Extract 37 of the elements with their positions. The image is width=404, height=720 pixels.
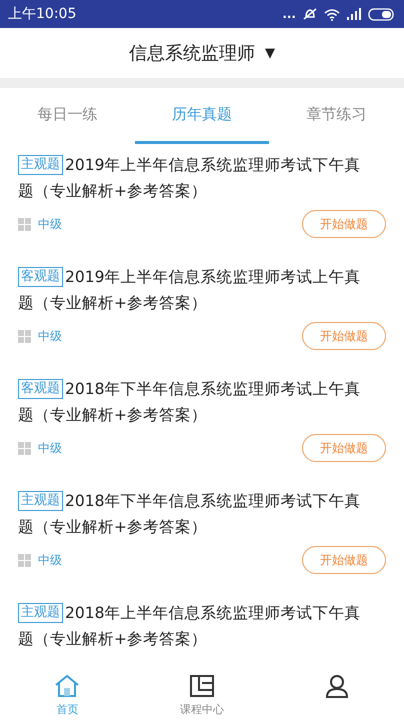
- grid-icon: [18, 554, 31, 566]
- mute-icon: [302, 7, 318, 21]
- exam-title[interactable]: 客观题 2018年下半年信息系统监理师考试上午真题（专业解析+参考答案）: [18, 372, 386, 428]
- grid-icon: [18, 218, 31, 230]
- level-label: 中级: [38, 552, 62, 568]
- start-button[interactable]: 开始做题: [302, 210, 386, 238]
- battery-icon: [368, 8, 396, 20]
- notification-dots: ...: [282, 7, 296, 21]
- signal-icon: [346, 8, 362, 20]
- exam-title[interactable]: 主观题 2018年下半年信息系统监理师考试下午真题（专业解析+参考答案）: [18, 484, 386, 540]
- grid-icon: [18, 330, 31, 342]
- nav-item[interactable]: 首页: [0, 668, 135, 720]
- level-label: 中级: [38, 328, 62, 344]
- type-tag: 主观题: [18, 491, 63, 511]
- course-selector[interactable]: 信息系统监理师 ▼: [129, 41, 275, 65]
- grid-icon: [18, 442, 31, 454]
- exam-title[interactable]: 主观题 2018年上半年信息系统监理师考试下午真题（专业解析+参考答案）: [18, 596, 386, 652]
- board-icon: [189, 674, 215, 698]
- user-icon: [324, 674, 350, 698]
- exam-title[interactable]: 客观题 2019年上半年信息系统监理师考试上午真题（专业解析+参考答案）: [18, 260, 386, 316]
- type-tag: 主观题: [18, 603, 63, 623]
- type-tag: 客观题: [18, 267, 63, 287]
- type-tag: 主观题: [18, 155, 63, 175]
- clock: 上午10:05: [8, 5, 76, 23]
- tab[interactable]: 章节练习: [269, 88, 404, 144]
- level-label: 中级: [38, 216, 62, 232]
- wifi-icon: [324, 8, 340, 20]
- start-button[interactable]: 开始做题: [302, 546, 386, 574]
- start-button[interactable]: 开始做题: [302, 322, 386, 350]
- nav-item[interactable]: 课程中心: [134, 668, 270, 720]
- type-tag: 客观题: [18, 379, 63, 399]
- home-icon: [54, 674, 80, 698]
- level-label: 中级: [38, 440, 62, 456]
- tab[interactable]: 每日一练: [0, 88, 135, 144]
- tab[interactable]: 历年真题: [134, 88, 270, 144]
- start-button[interactable]: 开始做题: [302, 434, 386, 462]
- exam-title[interactable]: 主观题 2019年上半年信息系统监理师考试下午真题（专业解析+参考答案）: [18, 148, 386, 204]
